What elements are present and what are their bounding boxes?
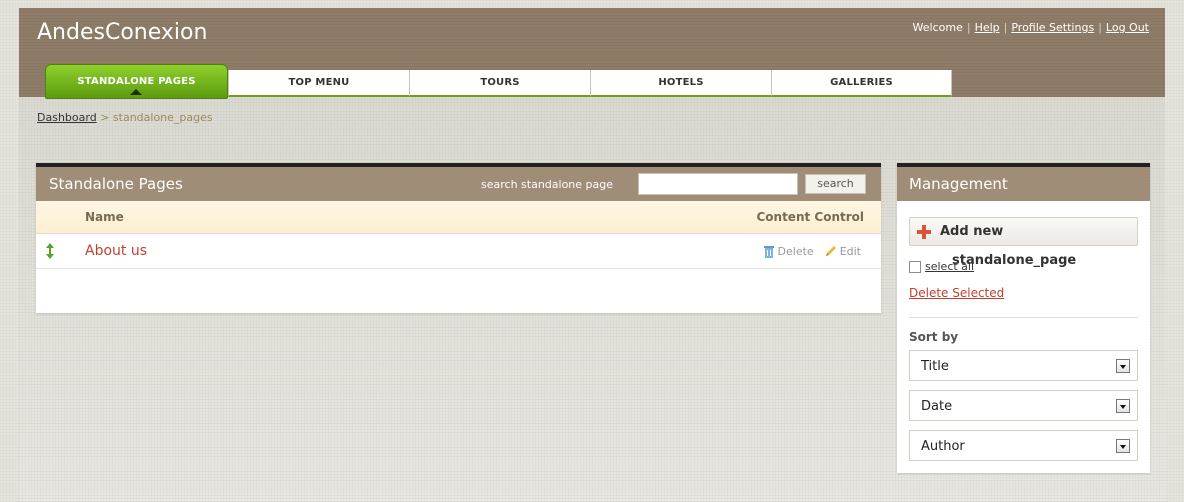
up-down-arrow-icon[interactable] xyxy=(45,243,55,259)
breadcrumb-current: standalone_pages xyxy=(112,111,213,124)
tab-standalone-pages[interactable]: STANDALONE PAGES xyxy=(45,64,228,99)
search-button[interactable]: search xyxy=(805,174,866,194)
help-link[interactable]: Help xyxy=(975,21,1000,34)
edit-button[interactable]: Edit xyxy=(824,245,861,258)
tab-hotels[interactable]: HOTELS xyxy=(590,70,771,97)
select-all-checkbox[interactable]: select all xyxy=(909,260,974,273)
breadcrumb-dashboard-link[interactable]: Dashboard xyxy=(37,111,97,124)
header: AndesConexion Welcome | Help | Profile Setti… xyxy=(19,8,1165,99)
sort-by-label: Sort by xyxy=(909,330,959,344)
select-value: Author xyxy=(921,439,965,454)
tab-top-menu[interactable]: TOP MENU xyxy=(228,70,409,97)
logout-link[interactable]: Log Out xyxy=(1106,21,1149,34)
search-input[interactable] xyxy=(638,173,798,195)
breadcrumb: Dashboard > standalone_pages xyxy=(37,111,213,124)
chevron-down-icon[interactable] xyxy=(1116,439,1130,453)
chevron-down-icon[interactable] xyxy=(1116,399,1130,413)
chevron-down-icon[interactable] xyxy=(1116,359,1130,373)
tab-tours[interactable]: TOURS xyxy=(409,70,590,97)
select-value: Title xyxy=(921,359,949,374)
user-bar: Welcome | Help | Profile Settings | Log Out xyxy=(912,21,1149,34)
pencil-icon xyxy=(825,246,836,256)
table-row: About us Delete Edit xyxy=(36,234,881,269)
column-name-header: Name xyxy=(85,210,124,224)
sort-date-select[interactable]: Date xyxy=(909,390,1138,421)
add-new-button[interactable]: Add new standalone_page xyxy=(909,217,1138,268)
delete-label: Delete xyxy=(777,245,814,258)
standalone-pages-panel: Standalone Pages search standalone page … xyxy=(36,163,881,313)
panel-header: Standalone Pages search standalone page … xyxy=(36,167,881,201)
search-label: search standalone page xyxy=(481,178,614,191)
breadcrumb-separator: > xyxy=(100,111,110,124)
welcome-text: Welcome xyxy=(912,21,963,34)
management-title: Management xyxy=(897,167,1150,201)
row-actions: Delete Edit xyxy=(763,245,861,258)
panel-title: Standalone Pages xyxy=(49,175,183,193)
checkbox[interactable] xyxy=(909,260,921,273)
active-tab-indicator xyxy=(130,89,142,95)
management-panel: Management Add new standalone_page selec… xyxy=(897,163,1150,473)
edit-label: Edit xyxy=(839,245,861,258)
main-nav: STANDALONE PAGES TOP MENU TOURS HOTELS G… xyxy=(45,64,952,99)
tab-galleries[interactable]: GALLERIES xyxy=(771,70,952,97)
select-value: Date xyxy=(921,399,953,414)
trash-icon xyxy=(763,246,774,258)
page-name-link[interactable]: About us xyxy=(85,243,147,259)
select-all-label: select all xyxy=(925,260,975,273)
sort-title-select[interactable]: Title xyxy=(909,350,1138,381)
tab-label: STANDALONE PAGES xyxy=(77,76,196,87)
profile-settings-link[interactable]: Profile Settings xyxy=(1011,21,1094,34)
plus-icon xyxy=(917,225,931,239)
column-content-control-header: Content Control xyxy=(756,210,864,224)
add-new-label: Add new xyxy=(940,224,1004,239)
delete-button[interactable]: Delete xyxy=(763,245,814,258)
divider xyxy=(909,317,1138,318)
app-logo[interactable]: AndesConexion xyxy=(37,20,207,45)
table-header: Name Content Control xyxy=(36,201,881,234)
delete-selected-link[interactable]: Delete Selected xyxy=(909,286,1004,300)
sort-author-select[interactable]: Author xyxy=(909,430,1138,461)
